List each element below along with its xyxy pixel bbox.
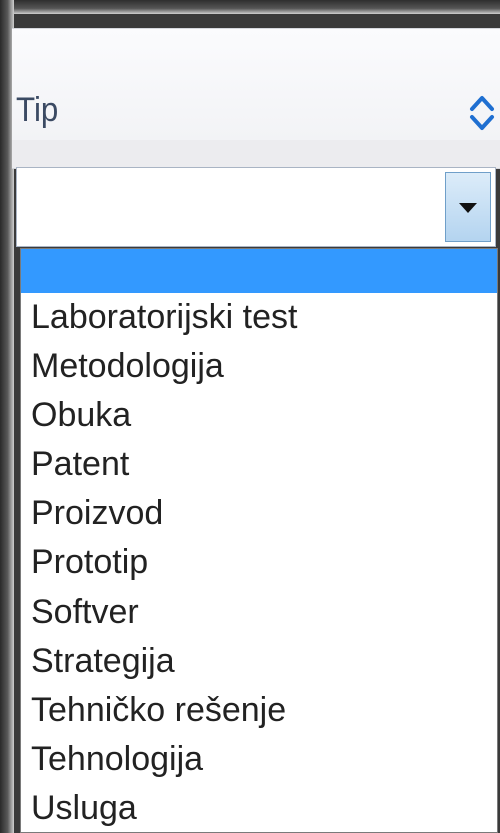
dropdown-option[interactable]: Tehnologija [21, 735, 497, 784]
column-header[interactable]: Tip [12, 28, 500, 142]
filter-row [12, 140, 500, 169]
dropdown-option[interactable]: Prototip [21, 538, 497, 587]
sort-icon[interactable] [468, 93, 496, 133]
dropdown-option[interactable]: Obuka [21, 391, 497, 440]
dropdown-option[interactable]: Usluga [21, 784, 497, 832]
dropdown-option-empty[interactable] [21, 249, 497, 293]
dropdown-list[interactable]: Laboratorijski test Metodologija Obuka P… [20, 248, 498, 833]
dropdown-option[interactable]: Laboratorijski test [21, 293, 497, 342]
dropdown-option[interactable]: Softver [21, 588, 497, 637]
window-shadow-top [0, 0, 500, 14]
column-header-title: Tip [16, 91, 59, 129]
dropdown-option[interactable]: Proizvod [21, 489, 497, 538]
type-filter-select[interactable] [16, 167, 496, 247]
dropdown-arrow-icon[interactable] [445, 172, 491, 242]
dropdown-option[interactable]: Tehničko rešenje [21, 686, 497, 735]
dropdown-option[interactable]: Strategija [21, 637, 497, 686]
dropdown-option[interactable]: Metodologija [21, 342, 497, 391]
dropdown-option[interactable]: Patent [21, 440, 497, 489]
